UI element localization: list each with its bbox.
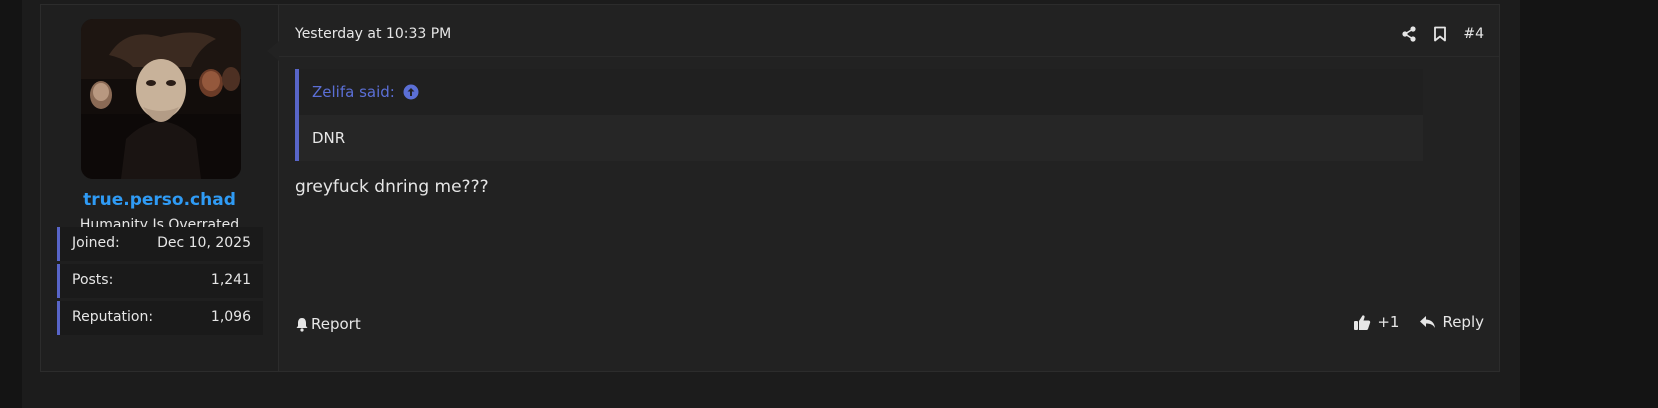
- post-date[interactable]: Yesterday at 10:33 PM: [295, 26, 451, 42]
- reply-button[interactable]: Reply: [1419, 313, 1484, 331]
- post-header-actions: #4: [1401, 23, 1484, 45]
- forum-post: true.perso.chad Humanity Is Overrated Jo…: [40, 4, 1500, 372]
- stat-joined: Joined: Dec 10, 2025: [57, 227, 263, 261]
- stat-value: 1,096: [210, 309, 251, 325]
- share-icon[interactable]: [1401, 26, 1417, 42]
- reply-arrow-icon: [1419, 315, 1436, 329]
- username[interactable]: true.perso.chad: [41, 190, 278, 210]
- report-button[interactable]: Report: [295, 315, 361, 333]
- avatar[interactable]: [81, 19, 241, 179]
- thumbs-up-icon: [1353, 314, 1371, 331]
- bell-icon: [295, 317, 309, 332]
- quote-header[interactable]: Zelifa said:: [299, 69, 1423, 115]
- user-info-column: true.perso.chad Humanity Is Overrated Jo…: [41, 5, 279, 371]
- post-footer-actions: +1 Reply: [1353, 313, 1484, 331]
- stat-posts: Posts: 1,241: [57, 264, 263, 298]
- arrow-up-circle-icon[interactable]: [403, 84, 419, 100]
- bookmark-icon[interactable]: [1433, 26, 1447, 42]
- like-count: +1: [1377, 313, 1400, 331]
- post-number[interactable]: #4: [1463, 26, 1484, 42]
- stat-value: Dec 10, 2025: [157, 235, 251, 251]
- report-label: Report: [311, 315, 361, 333]
- stat-reputation: Reputation: 1,096: [57, 301, 263, 335]
- post-pointer: [267, 41, 279, 61]
- stat-label: Reputation:: [72, 309, 154, 325]
- stat-label: Joined:: [72, 235, 120, 251]
- quote-body: DNR: [299, 115, 1423, 161]
- header-divider: [279, 56, 1499, 57]
- stat-value: 1,241: [210, 272, 251, 288]
- quote-author[interactable]: Zelifa said:: [312, 83, 395, 101]
- quote-block: Zelifa said: DNR: [295, 69, 1423, 161]
- post-message: greyfuck dnring me???: [295, 177, 489, 197]
- like-button[interactable]: +1: [1353, 313, 1399, 331]
- stat-label: Posts:: [72, 272, 114, 288]
- reply-label: Reply: [1442, 313, 1484, 331]
